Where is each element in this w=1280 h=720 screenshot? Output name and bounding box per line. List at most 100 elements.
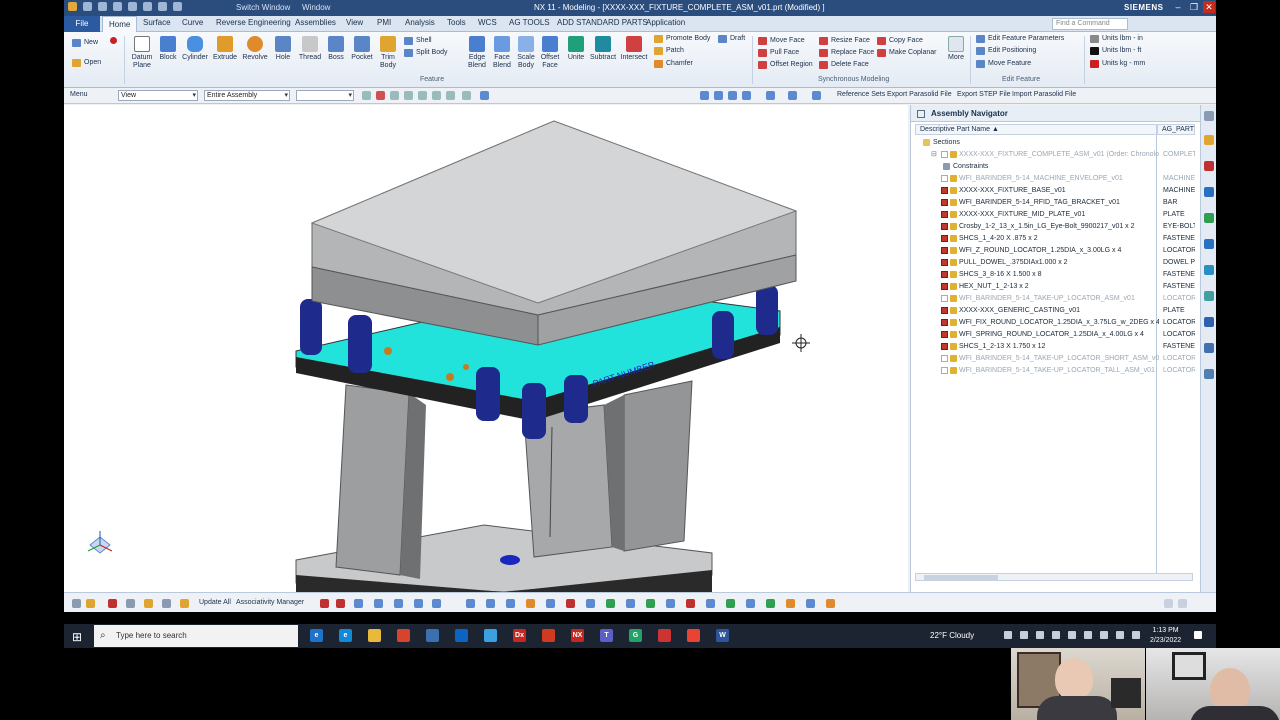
- orient-view-icon[interactable]: [788, 91, 797, 100]
- tray-chevron-icon[interactable]: [1004, 631, 1012, 639]
- save-icon[interactable]: [83, 2, 92, 11]
- windows-start-icon[interactable]: ⊞: [72, 630, 82, 644]
- selection-icon[interactable]: [686, 599, 695, 608]
- visibility-checkbox[interactable]: [941, 247, 948, 254]
- pocket-button[interactable]: Pocket: [348, 36, 376, 62]
- component-icon[interactable]: [144, 599, 153, 608]
- intersect-button[interactable]: Intersect: [618, 36, 650, 62]
- locator-pin[interactable]: [564, 375, 588, 423]
- cylinder-button[interactable]: Cylinder: [180, 36, 210, 62]
- block-button[interactable]: Block: [156, 36, 180, 62]
- show-hide-icon[interactable]: [462, 91, 471, 100]
- navigator-row[interactable]: WFI_BARINDER_5-14_MACHINE_ENVELOPE_v01 MA…: [915, 173, 1195, 184]
- navigator-row[interactable]: Sections: [915, 137, 1195, 148]
- sketch-icon[interactable]: [86, 599, 95, 608]
- selection-icon[interactable]: [786, 599, 795, 608]
- fit-view-icon[interactable]: [700, 91, 709, 100]
- tab-wcs[interactable]: WCS: [478, 18, 497, 27]
- taskbar-app-icon[interactable]: NX: [571, 629, 584, 642]
- navigator-row[interactable]: XXXX-XXX_GENERIC_CASTING_v01 PLATE: [915, 305, 1195, 316]
- tray-icon[interactable]: [1084, 631, 1092, 639]
- wave-icon[interactable]: [162, 599, 171, 608]
- import-parasolid-button[interactable]: Import Parasolid File: [1012, 91, 1076, 98]
- taskbar-app-icon[interactable]: [455, 629, 468, 642]
- render-style-icon[interactable]: [766, 91, 775, 100]
- selection-icon[interactable]: [626, 599, 635, 608]
- taskbar-app-icon[interactable]: W: [716, 629, 729, 642]
- locator-pin[interactable]: [300, 299, 322, 355]
- taskbar-app-icon[interactable]: [368, 629, 381, 642]
- point-icon[interactable]: [374, 599, 383, 608]
- offset-region-button[interactable]: Offset Region: [758, 60, 813, 70]
- constraint-icon[interactable]: [126, 599, 135, 608]
- patch-button[interactable]: Patch: [654, 46, 684, 56]
- navigator-row[interactable]: ⊟ XXXX-XXX_FIXTURE_COMPLETE_ASM_v01 (Orde…: [915, 149, 1195, 160]
- settings-icon[interactable]: [1204, 111, 1214, 121]
- snap-point-icon[interactable]: [480, 91, 489, 100]
- selection-icon[interactable]: [586, 599, 595, 608]
- box-select-icon[interactable]: [432, 91, 441, 100]
- tab-ag-tools[interactable]: AG TOOLS: [509, 18, 550, 27]
- split-body-button[interactable]: Split Body: [404, 48, 448, 58]
- tab-pmi[interactable]: PMI: [377, 18, 391, 27]
- visibility-checkbox[interactable]: [941, 307, 948, 314]
- visibility-checkbox[interactable]: [941, 367, 948, 374]
- navigator-pin-icon[interactable]: [917, 110, 925, 118]
- locator-pin[interactable]: [756, 285, 778, 335]
- layer-icon[interactable]: [812, 91, 821, 100]
- lasso-icon[interactable]: [446, 91, 455, 100]
- taskbar-app-icon[interactable]: [658, 629, 671, 642]
- snap-icon[interactable]: [336, 599, 345, 608]
- locator-pin[interactable]: [476, 367, 500, 421]
- taskbar-app-icon[interactable]: T: [600, 629, 613, 642]
- tab-tools[interactable]: Tools: [447, 18, 466, 27]
- selection-icon[interactable]: [526, 599, 535, 608]
- trim-body-button[interactable]: Trim Body: [376, 36, 400, 70]
- pull-face-button[interactable]: Pull Face: [758, 48, 799, 58]
- more-button[interactable]: More: [944, 36, 968, 62]
- tray-icon[interactable]: [1020, 631, 1028, 639]
- network-icon[interactable]: [1132, 631, 1140, 639]
- web-browser-icon[interactable]: [1204, 265, 1214, 275]
- promote-body-button[interactable]: Promote Body: [654, 34, 710, 44]
- edit-positioning-button[interactable]: Edit Positioning: [976, 46, 1036, 56]
- locator-pin[interactable]: [348, 315, 372, 373]
- selection-icon[interactable]: [646, 599, 655, 608]
- notifications-icon[interactable]: [1194, 631, 1202, 639]
- add-component-icon[interactable]: [180, 599, 189, 608]
- selection-icon[interactable]: [566, 599, 575, 608]
- selection-icon[interactable]: [466, 599, 475, 608]
- menu-button[interactable]: Menu: [70, 91, 88, 98]
- pan-icon[interactable]: [742, 91, 751, 100]
- open-button[interactable]: Open: [72, 58, 101, 68]
- taskbar-app-icon[interactable]: [397, 629, 410, 642]
- expand-icon[interactable]: ⊟: [931, 149, 937, 160]
- replace-face-button[interactable]: Replace Face: [819, 48, 874, 58]
- selection-icon[interactable]: [766, 599, 775, 608]
- snap-icon[interactable]: [320, 599, 329, 608]
- navigator-row[interactable]: WFI_BARINDER_5-14_TAKE-UP_LOCATOR_ASM_v0…: [915, 293, 1195, 304]
- copy-face-button[interactable]: Copy Face: [877, 36, 923, 46]
- record-icon[interactable]: [110, 37, 117, 44]
- weather-widget[interactable]: 22°F Cloudy: [930, 631, 974, 640]
- tab-file[interactable]: File: [64, 16, 100, 32]
- selection-icon[interactable]: [806, 599, 815, 608]
- selection-icon[interactable]: [726, 599, 735, 608]
- selection-scope-select[interactable]: Entire Assembly: [204, 90, 290, 101]
- assembly-navigator-icon[interactable]: [1204, 161, 1214, 171]
- taskbar-app-icon[interactable]: e: [339, 629, 352, 642]
- visibility-checkbox[interactable]: [941, 343, 948, 350]
- visibility-checkbox[interactable]: [941, 151, 948, 158]
- part-navigator-icon[interactable]: [1204, 135, 1214, 145]
- units-kg-mm-button[interactable]: Units kg - mm: [1090, 59, 1145, 69]
- repeat-icon[interactable]: [173, 2, 182, 11]
- taskbar-app-icon[interactable]: Dx: [513, 629, 526, 642]
- visibility-checkbox[interactable]: [941, 331, 948, 338]
- taskbar-app-icon[interactable]: [484, 629, 497, 642]
- visibility-checkbox[interactable]: [941, 271, 948, 278]
- move-face-button[interactable]: Move Face: [758, 36, 805, 46]
- tab-reverse-engineering[interactable]: Reverse Engineering: [216, 18, 291, 27]
- tab-curve[interactable]: Curve: [182, 18, 203, 27]
- selection-icon[interactable]: [706, 599, 715, 608]
- offset-face-button[interactable]: Offset Face: [538, 36, 562, 70]
